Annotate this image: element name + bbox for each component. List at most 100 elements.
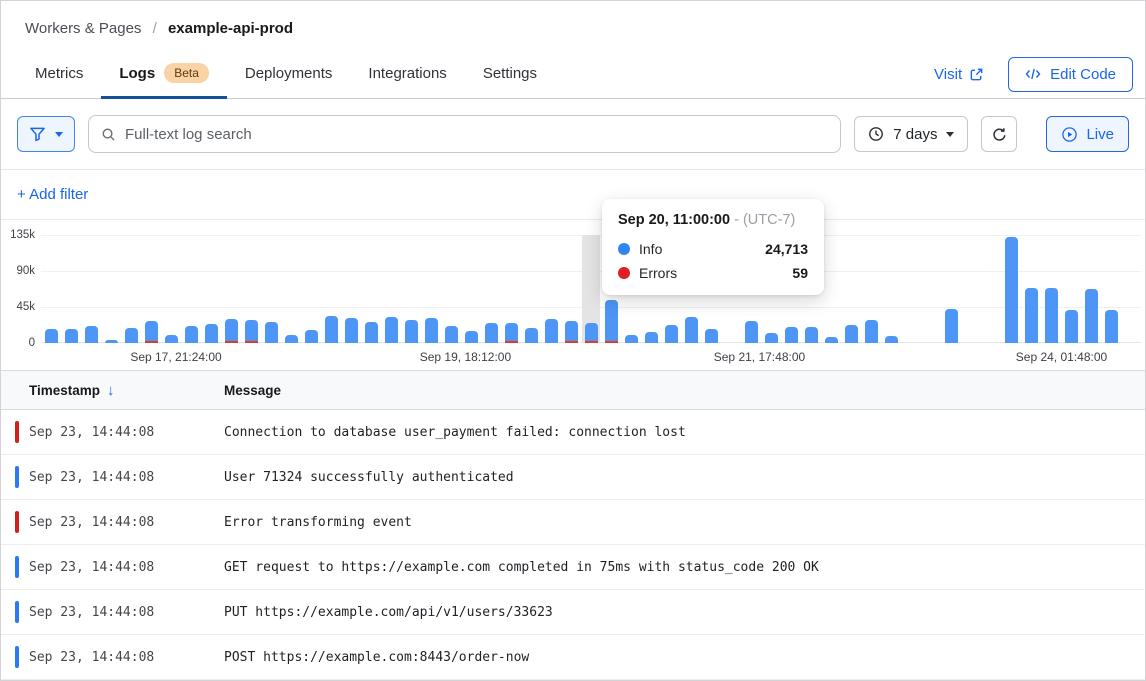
log-count-bar[interactable] <box>565 321 578 343</box>
log-table-row[interactable]: Sep 23, 14:44:08 User 71324 successfully… <box>1 455 1145 500</box>
log-count-bar[interactable] <box>85 326 98 343</box>
chart-bar-slot[interactable] <box>281 235 301 343</box>
log-count-bar[interactable] <box>525 328 538 343</box>
chart-bar-slot[interactable] <box>1081 235 1101 343</box>
chart-bar-slot[interactable] <box>401 235 421 343</box>
log-count-bar[interactable] <box>885 336 898 343</box>
log-count-bar[interactable] <box>765 333 778 343</box>
log-count-bar[interactable] <box>385 317 398 343</box>
chart-bar-slot[interactable] <box>961 235 981 343</box>
chart-bar-slot[interactable] <box>101 235 121 343</box>
chart-bar-slot[interactable] <box>181 235 201 343</box>
log-table-row[interactable]: Sep 23, 14:44:08 Connection to database … <box>1 410 1145 455</box>
log-table-row[interactable]: Sep 23, 14:44:08 PUT https://example.com… <box>1 590 1145 635</box>
breadcrumb-section[interactable]: Workers & Pages <box>25 20 141 37</box>
chart-bar-slot[interactable] <box>81 235 101 343</box>
chart-bar-slot[interactable] <box>421 235 441 343</box>
log-count-bar[interactable] <box>405 320 418 343</box>
chart-bar-slot[interactable] <box>841 235 861 343</box>
chart-bar-slot[interactable] <box>541 235 561 343</box>
log-count-bar[interactable] <box>1005 237 1018 343</box>
log-count-bar[interactable] <box>465 331 478 343</box>
time-range-dropdown[interactable]: 7 days <box>854 116 968 152</box>
log-count-bar[interactable] <box>485 323 498 343</box>
chart-bar-slot[interactable] <box>921 235 941 343</box>
chart-bar-slot[interactable] <box>1041 235 1061 343</box>
chart-bar-slot[interactable] <box>901 235 921 343</box>
refresh-button[interactable] <box>981 116 1017 152</box>
log-count-bar[interactable] <box>1105 310 1118 343</box>
chart-bar-slot[interactable] <box>1121 235 1141 343</box>
search-box[interactable] <box>88 115 841 153</box>
tab-settings[interactable]: Settings <box>465 50 555 99</box>
tab-integrations[interactable]: Integrations <box>350 50 464 99</box>
log-count-bar[interactable] <box>585 323 598 343</box>
log-count-bar[interactable] <box>705 329 718 343</box>
log-count-bar[interactable] <box>825 337 838 343</box>
log-count-bar[interactable] <box>325 316 338 343</box>
chart-bar-slot[interactable] <box>201 235 221 343</box>
log-table-row[interactable]: Sep 23, 14:44:08 GET request to https://… <box>1 545 1145 590</box>
log-count-bar[interactable] <box>185 326 198 343</box>
chart-bar-slot[interactable] <box>561 235 581 343</box>
log-count-bar[interactable] <box>645 332 658 343</box>
chart-bar-slot[interactable] <box>481 235 501 343</box>
log-count-bar[interactable] <box>805 327 818 343</box>
log-count-bar[interactable] <box>45 329 58 343</box>
log-count-bar[interactable] <box>65 329 78 343</box>
chart-bar-slot[interactable] <box>881 235 901 343</box>
log-count-bar[interactable] <box>225 319 238 343</box>
chart-bar-slot[interactable] <box>341 235 361 343</box>
tab-logs[interactable]: Logs Beta <box>101 50 227 99</box>
log-search-input[interactable] <box>125 126 828 143</box>
chart-bar-slot[interactable] <box>941 235 961 343</box>
chart-bar-slot[interactable] <box>301 235 321 343</box>
chart-bar-slot[interactable] <box>821 235 841 343</box>
log-count-bar[interactable] <box>285 335 298 343</box>
chart-bar-slot[interactable] <box>861 235 881 343</box>
log-count-bar[interactable] <box>745 321 758 343</box>
log-count-bar[interactable] <box>625 335 638 343</box>
filter-dropdown-button[interactable] <box>17 116 75 152</box>
log-count-bar[interactable] <box>125 328 138 343</box>
log-count-bar[interactable] <box>305 330 318 343</box>
log-table-row[interactable]: Sep 23, 14:44:08 Error transforming even… <box>1 500 1145 545</box>
chart-bar-slot[interactable] <box>1101 235 1121 343</box>
tab-deployments[interactable]: Deployments <box>227 50 351 99</box>
visit-link[interactable]: Visit <box>934 66 984 83</box>
log-count-bar[interactable] <box>165 335 178 343</box>
chart-bar-slot[interactable] <box>221 235 241 343</box>
log-count-bar[interactable] <box>1025 288 1038 343</box>
chart-bar-slot[interactable] <box>981 235 1001 343</box>
log-count-bar[interactable] <box>365 322 378 343</box>
chart-bar-slot[interactable] <box>1021 235 1041 343</box>
add-filter-button[interactable]: + Add filter <box>17 186 88 203</box>
chart-bar-slot[interactable] <box>441 235 461 343</box>
chart-bar-slot[interactable] <box>141 235 161 343</box>
chart-bar-slot[interactable] <box>461 235 481 343</box>
edit-code-button[interactable]: Edit Code <box>1008 57 1133 92</box>
log-count-bar[interactable] <box>425 318 438 343</box>
log-count-bar[interactable] <box>545 319 558 343</box>
log-count-bar[interactable] <box>505 323 518 343</box>
log-count-bar[interactable] <box>1065 310 1078 343</box>
chart-bar-slot[interactable] <box>41 235 61 343</box>
chart-bar-slot[interactable] <box>321 235 341 343</box>
chart-bar-slot[interactable] <box>121 235 141 343</box>
log-count-bar[interactable] <box>245 320 258 343</box>
log-table-row[interactable]: Sep 23, 14:44:08 POST https://example.co… <box>1 635 1145 680</box>
chart-bar-slot[interactable] <box>361 235 381 343</box>
log-count-bar[interactable] <box>445 326 458 343</box>
chart-bar-slot[interactable] <box>161 235 181 343</box>
chart-bar-slot[interactable] <box>381 235 401 343</box>
chart-bar-slot[interactable] <box>501 235 521 343</box>
log-count-bar[interactable] <box>145 321 158 343</box>
log-count-bar[interactable] <box>205 324 218 343</box>
log-count-bar[interactable] <box>685 317 698 343</box>
chart-bar-slot[interactable] <box>261 235 281 343</box>
log-count-bar[interactable] <box>605 300 618 343</box>
log-count-bar[interactable] <box>105 340 118 343</box>
sort-desc-icon[interactable]: ↓ <box>107 382 115 399</box>
log-count-bar[interactable] <box>665 325 678 343</box>
chart-bar-slot[interactable] <box>521 235 541 343</box>
